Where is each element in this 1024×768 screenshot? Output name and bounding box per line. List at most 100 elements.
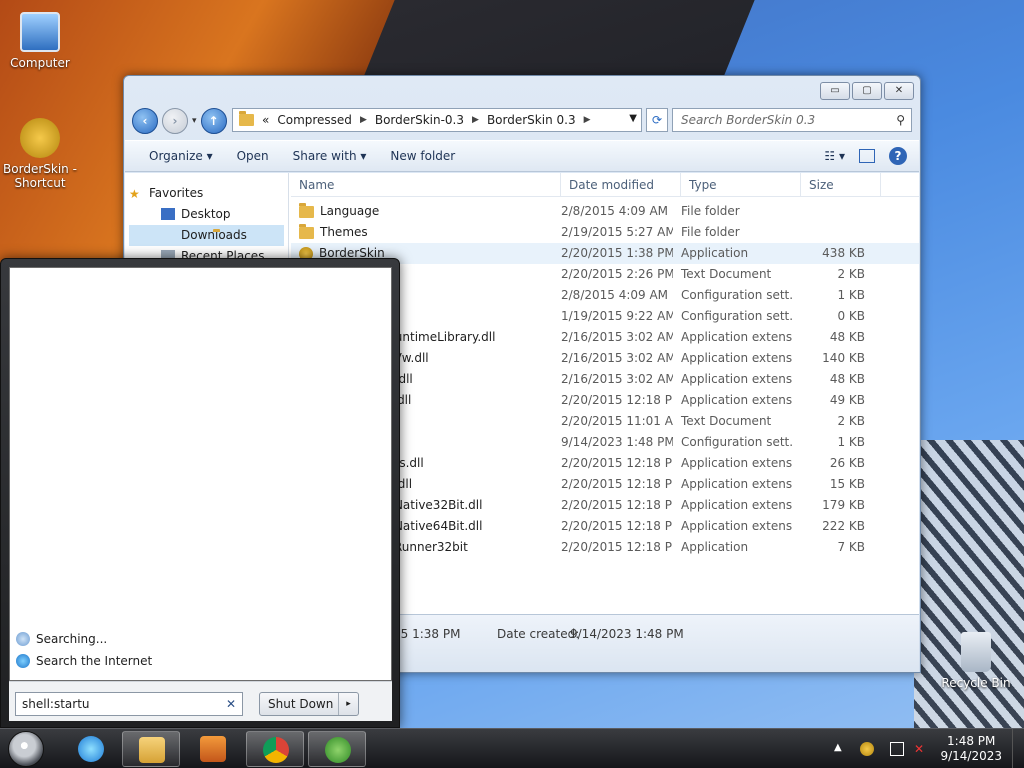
network-icon[interactable]: [890, 742, 904, 756]
breadcrumb-compressed[interactable]: Compressed: [277, 113, 352, 127]
file-type-cell: File folder: [681, 225, 740, 239]
maximize-button[interactable]: ▢: [852, 82, 882, 100]
file-size-cell: [793, 201, 873, 222]
download-manager-icon: [325, 737, 351, 763]
shut-down-label: Shut Down: [268, 697, 334, 711]
file-row[interactable]: Themes 2/19/2015 5:27 AM File folder: [291, 222, 919, 243]
file-size-cell: 140 KB: [822, 351, 865, 365]
window-controls: ▭ ▢ ✕: [820, 82, 914, 100]
clock-time: 1:48 PM: [947, 734, 996, 748]
taskbar-chrome[interactable]: [246, 731, 304, 767]
clock[interactable]: 1:48 PM 9/14/2023: [940, 734, 1002, 764]
breadcrumb-borderskin-0.3-folder[interactable]: BorderSkin-0.3: [375, 113, 464, 127]
recent-pages-dropdown[interactable]: ▾: [192, 116, 197, 126]
details-date-modified: 15 1:38 PM: [393, 627, 461, 641]
file-date-cell: 2/20/2015 1:38 PM: [561, 246, 673, 260]
file-size-cell: 26 KB: [829, 456, 865, 470]
taskbar-media-player[interactable]: [184, 731, 242, 767]
clear-search-icon[interactable]: ✕: [226, 693, 236, 715]
back-button[interactable]: ‹: [132, 108, 158, 134]
breadcrumb-overflow[interactable]: «: [262, 113, 269, 127]
organize-button[interactable]: Organize ▾: [149, 149, 213, 163]
new-folder-button[interactable]: New folder: [390, 149, 455, 163]
view-options-icon[interactable]: ☷ ▾: [824, 149, 845, 163]
file-size-cell: 49 KB: [829, 393, 865, 407]
chevron-right-icon[interactable]: ▶: [472, 115, 479, 125]
file-size-cell: [793, 222, 873, 243]
file-date-cell: 2/8/2015 4:09 AM: [561, 204, 669, 218]
file-date-cell: 2/20/2015 11:01 AM: [561, 414, 673, 428]
borderskin-tray-icon[interactable]: [860, 742, 874, 756]
file-size-cell: 15 KB: [829, 477, 865, 491]
file-type-cell: Application extens...: [681, 351, 793, 365]
shut-down-button[interactable]: Shut Down ▸: [259, 692, 359, 716]
shut-down-options-icon[interactable]: ▸: [338, 693, 358, 715]
file-date-cell: 1/19/2015 9:22 AM: [561, 309, 673, 323]
search-box[interactable]: Search BorderSkin 0.3 ⚲: [672, 108, 912, 132]
computer-icon: [20, 12, 60, 52]
file-size-cell: 48 KB: [829, 330, 865, 344]
taskbar-file-explorer[interactable]: [122, 731, 180, 767]
folder-icon: [139, 737, 165, 763]
file-date-cell: 2/16/2015 3:02 AM: [561, 351, 673, 365]
minimize-button[interactable]: ▭: [820, 82, 850, 100]
file-type-cell: Application extens...: [681, 477, 793, 491]
help-icon[interactable]: ?: [889, 147, 907, 165]
search-placeholder: Search BorderSkin 0.3: [681, 113, 816, 127]
chevron-right-icon[interactable]: ▶: [584, 115, 591, 125]
desktop-icon-label: Recycle Bin: [941, 676, 1011, 690]
close-button[interactable]: ✕: [884, 82, 914, 100]
search-the-internet-link[interactable]: Search the Internet: [16, 650, 152, 672]
nav-favorites[interactable]: ★ Favorites: [125, 183, 288, 204]
show-desktop-button[interactable]: [1012, 729, 1024, 768]
up-button[interactable]: ↑: [200, 108, 227, 134]
recycle-bin-icon: [961, 632, 991, 672]
file-type-cell: Application: [681, 540, 749, 554]
search-icon[interactable]: ⚲: [896, 109, 905, 131]
taskbar-download-manager[interactable]: [308, 731, 366, 767]
breadcrumb-borderskin-0.3[interactable]: BorderSkin 0.3: [487, 113, 576, 127]
start-button[interactable]: [8, 731, 44, 767]
desktop-icon-recycle-bin[interactable]: Recycle Bin: [936, 632, 1016, 690]
start-menu-results-panel: Searching... Search the Internet: [9, 267, 392, 681]
nav-item-downloads[interactable]: Downloads: [129, 225, 284, 246]
start-search-input[interactable]: shell:startu ✕: [15, 692, 243, 716]
file-type-cell: Configuration sett...: [681, 288, 793, 302]
start-search-value: shell:startu: [22, 697, 90, 711]
file-name-cell: Language: [291, 201, 553, 222]
column-header-name[interactable]: Name: [291, 173, 561, 196]
borderskin-icon: [20, 118, 60, 158]
chevron-right-icon[interactable]: ▶: [360, 115, 367, 125]
nav-item-desktop[interactable]: Desktop: [125, 204, 288, 225]
taskbar-internet-explorer[interactable]: [62, 731, 120, 767]
column-header-date-modified[interactable]: Date modified: [561, 173, 681, 196]
show-hidden-icons-icon[interactable]: ▲: [834, 742, 848, 756]
command-bar: Organize ▾ Open Share with ▾ New folder …: [125, 140, 919, 172]
file-row[interactable]: Language 2/8/2015 4:09 AM File folder: [291, 201, 919, 222]
refresh-button[interactable]: ⟳: [646, 108, 668, 132]
file-type-cell: Text Document: [681, 414, 772, 428]
desktop-icon-borderskin-shortcut[interactable]: BorderSkin - Shortcut: [0, 118, 80, 190]
file-size-cell: 0 KB: [837, 309, 865, 323]
searching-icon: [16, 632, 30, 646]
forward-button[interactable]: ›: [162, 108, 188, 134]
file-date-cell: 2/20/2015 2:26 PM: [561, 267, 673, 281]
volume-muted-icon[interactable]: ✕: [914, 742, 928, 756]
start-menu-bottom-bar: shell:startu ✕ Shut Down ▸: [9, 681, 392, 721]
file-date-cell: 2/16/2015 3:02 AM: [561, 330, 673, 344]
column-header-type[interactable]: Type: [681, 173, 801, 196]
searching-label: Searching...: [36, 632, 108, 646]
desktop-icon-computer[interactable]: Computer: [0, 12, 80, 70]
chrome-icon: [263, 737, 289, 763]
file-type-cell: Configuration sett...: [681, 309, 793, 323]
share-with-button[interactable]: Share with ▾: [293, 149, 367, 163]
column-header-size[interactable]: Size: [801, 173, 881, 196]
preview-pane-icon[interactable]: [859, 149, 875, 163]
address-bar[interactable]: « Compressed ▶ BorderSkin-0.3 ▶ BorderSk…: [232, 108, 642, 132]
folder-icon: [239, 111, 254, 126]
address-dropdown-icon[interactable]: ▼: [629, 113, 637, 124]
file-date-cell: 2/20/2015 12:18 PM: [561, 456, 673, 470]
open-button[interactable]: Open: [237, 149, 269, 163]
file-name: kNative64Bit.dll: [387, 519, 483, 533]
file-type-cell: Application extens...: [681, 330, 793, 344]
